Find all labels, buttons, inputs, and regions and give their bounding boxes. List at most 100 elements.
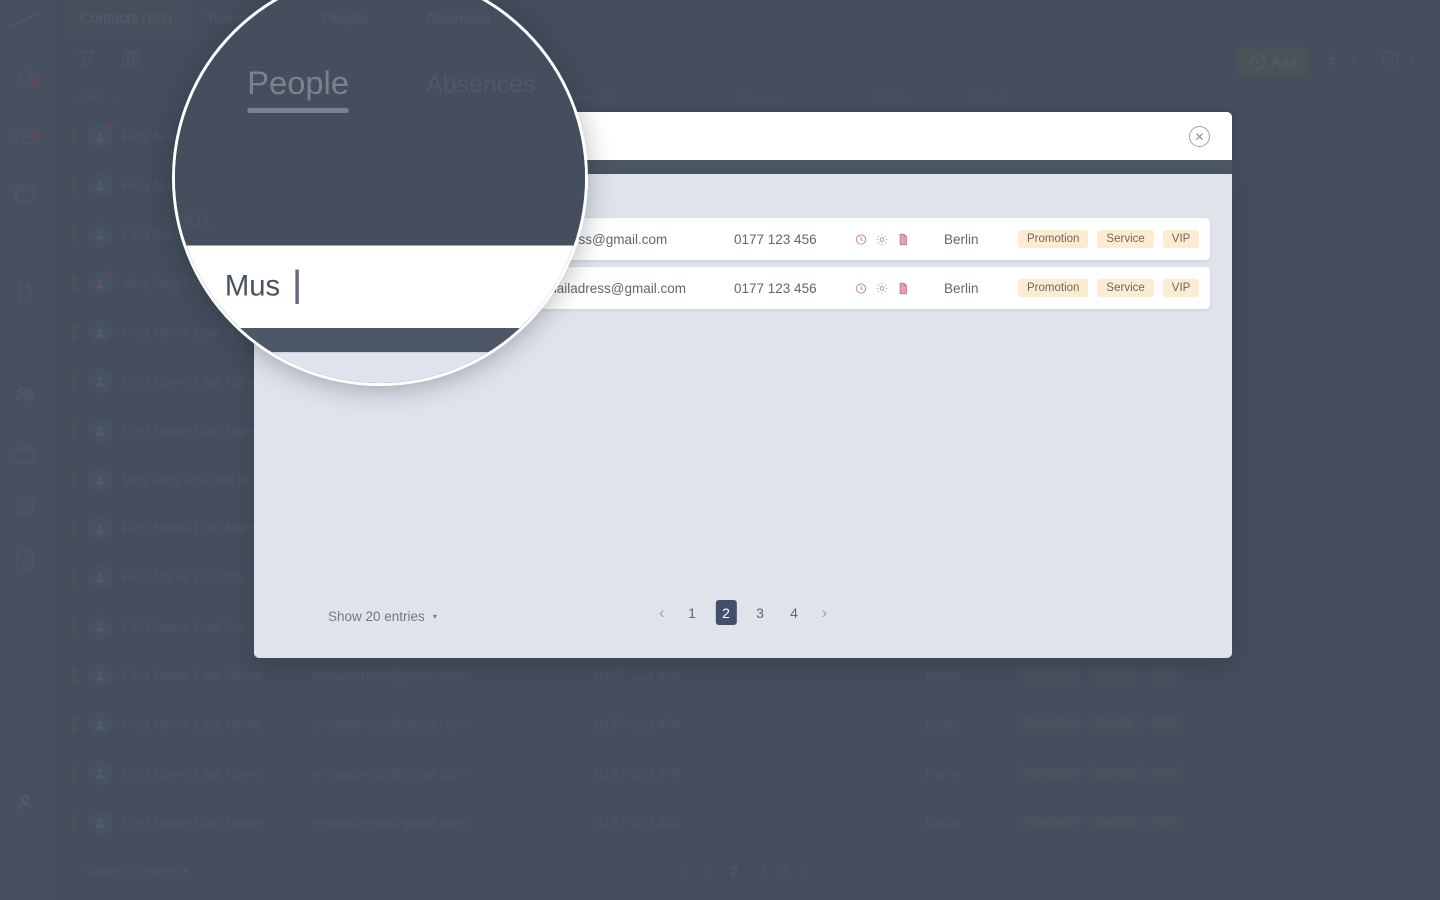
background-page-1[interactable]: 1	[702, 864, 710, 879]
avatar	[88, 761, 113, 786]
background-prev-page[interactable]: ‹	[683, 864, 688, 879]
row-tag: Service	[1090, 765, 1141, 781]
column-header-city-label: CITY	[875, 92, 904, 104]
background-page-4[interactable]: 4	[781, 864, 789, 879]
background-pagination: Show 20 entries ▾ ‹ 1 2 3 4 ›	[50, 848, 1440, 894]
page-4-button[interactable]: 4	[784, 600, 805, 625]
notifications-badge	[30, 76, 41, 87]
magnifier-lens: Contacts (151) Teams People Absences NAM…	[172, 0, 588, 386]
tag-promotion[interactable]: Promotion	[1018, 230, 1089, 248]
row-tags: Promotion Service VIP	[1018, 667, 1181, 683]
table-row[interactable]: First Name Last Name emailadress@gmail.co…	[50, 651, 1440, 700]
table-row[interactable]: First Name Last Name emailadress@gmail.co…	[50, 749, 1440, 798]
row-tag: Service	[1090, 814, 1141, 830]
tab-contacts[interactable]: Contacts (151)	[64, 0, 188, 38]
document-icon	[837, 815, 845, 827]
sidebar-item-people[interactable]	[13, 382, 37, 406]
magnified-divider	[175, 328, 585, 353]
row-accent-bar	[72, 471, 76, 488]
background-page-3[interactable]: 3	[759, 864, 767, 879]
row-tag: VIP	[1148, 765, 1181, 781]
chevron-down-icon: ▾	[182, 863, 190, 878]
tag-service[interactable]: Service	[1097, 230, 1154, 248]
row-tag: Promotion	[1018, 716, 1083, 732]
sidebar-item-briefcase[interactable]	[13, 442, 37, 466]
row-tag: VIP	[1148, 667, 1181, 683]
tag-service[interactable]: Service	[1097, 279, 1154, 297]
background-entries-selector[interactable]: Show 20 entries ▾	[86, 863, 189, 879]
row-accent-bar	[72, 128, 76, 145]
avatar	[88, 418, 113, 443]
prev-page-button[interactable]: ‹	[655, 604, 669, 621]
download-caret-icon[interactable]: ▾	[1351, 56, 1356, 67]
close-button[interactable]: ✕	[1189, 126, 1210, 147]
row-badge	[107, 123, 114, 130]
row-tag: Service	[1090, 716, 1141, 732]
row-todo-icons	[790, 765, 870, 779]
document-icon	[899, 233, 907, 245]
avatar	[88, 810, 113, 835]
sidebar-item-account[interactable]	[13, 790, 37, 814]
row-accent-bar	[72, 226, 76, 243]
table-row[interactable]: First Name Last Name emailadress@gmail.co…	[50, 798, 1440, 847]
avatar	[88, 467, 113, 492]
row-accent-bar	[72, 716, 76, 733]
tag-vip[interactable]: VIP	[1162, 230, 1200, 248]
column-header-todo[interactable]: TO DO	[740, 92, 779, 104]
page-1-button[interactable]: 1	[682, 600, 703, 625]
sidebar-item-chart[interactable]	[13, 494, 37, 518]
table-row[interactable]: First Name Last Name emailadress@gmail.co…	[50, 700, 1440, 749]
sun-icon	[814, 718, 824, 728]
sun-icon	[876, 282, 888, 294]
tag-vip[interactable]: VIP	[1162, 279, 1200, 297]
row-accent-bar	[72, 422, 76, 439]
row-city: Berlin	[925, 667, 961, 683]
sun-icon	[814, 767, 824, 777]
page-2-button[interactable]: 2	[715, 600, 737, 625]
sidebar-item-tasks[interactable]	[13, 548, 37, 572]
row-accent-bar	[72, 324, 76, 341]
row-name: First Name Last Name	[122, 814, 263, 830]
clock-icon	[791, 668, 803, 680]
magnified-text-cursor	[295, 269, 299, 304]
row-city: Berlin	[925, 765, 961, 781]
column-header-city[interactable]: CITY ▾	[875, 92, 912, 104]
clock-icon	[791, 766, 803, 778]
page-3-button[interactable]: 3	[750, 600, 771, 625]
column-header-skills[interactable]: SKILLS	[968, 92, 1010, 104]
magnified-search-value: Mus	[225, 269, 299, 304]
result-tags: Promotion Service VIP	[1018, 279, 1200, 297]
sun-icon	[876, 233, 888, 245]
tag-promotion[interactable]: Promotion	[1018, 279, 1089, 297]
row-phone: 0177 123 456	[595, 716, 681, 732]
link-icon	[858, 816, 868, 826]
avatar	[88, 369, 113, 394]
row-tag: Promotion	[1018, 667, 1083, 683]
columns-icon[interactable]	[120, 48, 141, 69]
add-button[interactable]: + Add	[1236, 47, 1309, 77]
tab-contacts-count: (151)	[142, 12, 172, 26]
download-icon[interactable]	[1322, 48, 1342, 68]
magnified-search-icon	[175, 270, 204, 303]
row-tag: VIP	[1148, 716, 1181, 732]
column-header-name[interactable]: NAME ▾	[72, 92, 116, 104]
row-name: First Name Last Name	[122, 422, 263, 438]
avatar	[88, 516, 113, 541]
sidebar-item-calendar[interactable]	[13, 180, 37, 204]
background-page-2[interactable]: 2	[723, 859, 746, 883]
row-todo-icons	[790, 716, 870, 730]
row-tag: Service	[1090, 667, 1141, 683]
next-page-button[interactable]: ›	[818, 604, 832, 621]
sidebar-item-documents[interactable]	[13, 280, 37, 304]
page-list: ‹ 1 2 3 4 ›	[655, 600, 831, 625]
result-city: Berlin	[944, 231, 979, 247]
background-next-page[interactable]: ›	[802, 864, 807, 879]
document-icon	[837, 668, 845, 680]
entries-selector[interactable]: Show 20 entries ▾	[328, 600, 437, 632]
table-columns-icon[interactable]	[1380, 48, 1400, 68]
plus-circle-icon: +	[1249, 54, 1265, 70]
clock-icon	[855, 282, 867, 294]
filter-funnel-icon[interactable]	[76, 48, 97, 69]
columns-caret-icon[interactable]: ▾	[1409, 56, 1414, 67]
row-accent-bar	[72, 275, 76, 292]
